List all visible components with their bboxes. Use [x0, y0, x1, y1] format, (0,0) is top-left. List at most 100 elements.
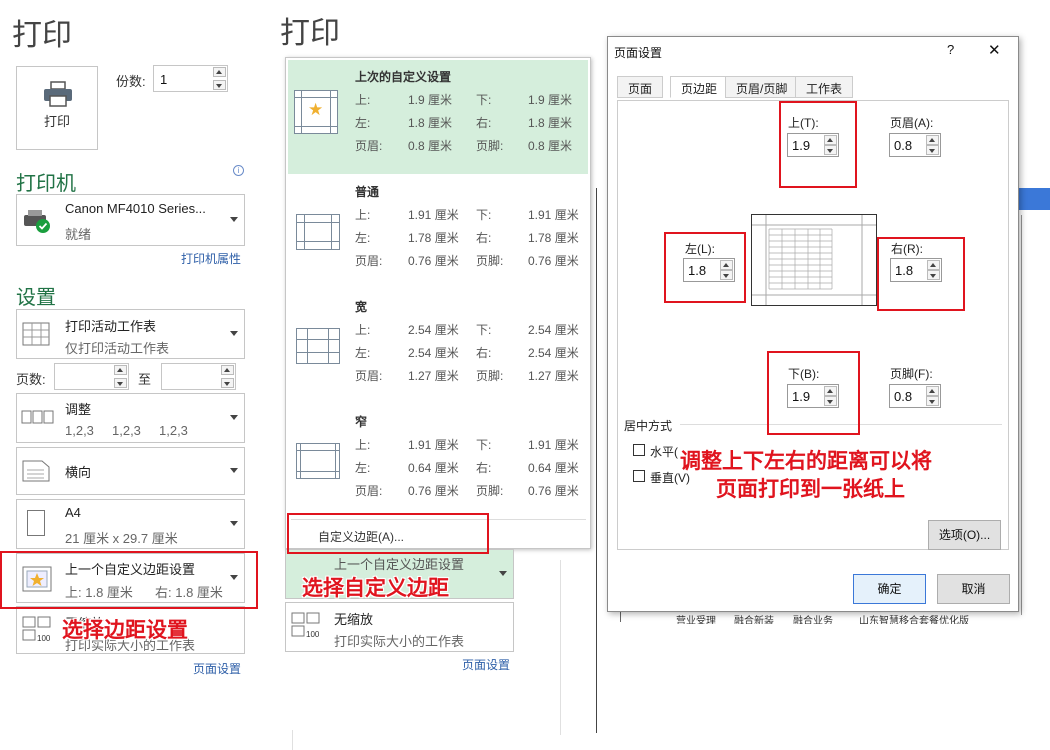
center-horizontal-checkbox[interactable] [633, 444, 645, 456]
center-vertical-checkbox[interactable] [633, 470, 645, 482]
info-icon[interactable]: i [233, 165, 244, 176]
print-title: 打印 [12, 10, 72, 54]
spin-down-icon[interactable] [221, 378, 234, 388]
printer-properties-link[interactable]: 打印机属性 [181, 250, 241, 267]
cancel-button[interactable]: 取消 [937, 574, 1010, 604]
spin-up-icon[interactable] [926, 386, 939, 396]
print-scope-dropdown[interactable]: 打印活动工作表 仅打印活动工作表 [16, 309, 245, 359]
paper-size-dropdown[interactable]: A4 21 厘米 x 29.7 厘米 [16, 499, 245, 549]
collate-sub-3: 1,2,3 [159, 423, 188, 438]
highlight-top-margin [779, 101, 857, 188]
preset-label: 上: [355, 436, 370, 453]
preset-value: 1.91 厘米 [408, 436, 459, 453]
sheet-cell: 营业受理 [676, 612, 716, 624]
preset-label: 左: [355, 229, 370, 246]
pages-label: 页数: [16, 369, 46, 388]
preset-label: 上: [355, 91, 370, 108]
landscape-page-icon [22, 458, 52, 484]
preset-label: 左: [355, 114, 370, 131]
printer-dropdown[interactable]: Canon MF4010 Series... 就绪 [16, 194, 245, 246]
scaling-title-2: 无缩放 [334, 609, 373, 628]
header-margin-value: 0.8 [894, 138, 912, 153]
collate-title: 调整 [65, 399, 91, 418]
sheet-row-fragment: 营业受理 融合新装 融合业务 山东智慧移合套餐优化版 [621, 612, 1031, 624]
margin-preview-icon [296, 328, 340, 364]
margin-preview-icon [296, 443, 340, 479]
page-setup-link-left[interactable]: 页面设置 [193, 660, 241, 677]
preset-value: 0.8 厘米 [408, 137, 452, 154]
sheet-cell: 山东智慧移合套餐优化版 [859, 612, 969, 624]
highlight-right-margin [877, 237, 965, 311]
header-margin-label: 页眉(A): [890, 114, 933, 131]
star-icon: ★ [308, 100, 323, 120]
preset-value: 1.27 厘米 [408, 367, 459, 384]
print-scope-sub: 仅打印活动工作表 [65, 338, 169, 357]
spin-up-icon[interactable] [213, 67, 226, 77]
sheet-cell: 融合业务 [793, 612, 833, 624]
preset-value: 0.76 厘米 [528, 482, 579, 499]
footer-margin-label: 页脚(F): [890, 365, 933, 382]
pages-to-input[interactable] [161, 363, 236, 390]
preset-value: 1.9 厘米 [408, 91, 452, 108]
spin-down-icon[interactable] [926, 396, 939, 406]
preset-value: 0.76 厘米 [408, 482, 459, 499]
spin-up-icon[interactable] [926, 135, 939, 145]
scaling-dropdown-2[interactable]: 100 无缩放 打印实际大小的工作表 [285, 602, 514, 652]
header-margin-input[interactable]: 0.8 [889, 133, 941, 157]
copies-input[interactable]: 1 [153, 65, 228, 92]
spin-up-icon[interactable] [114, 365, 127, 375]
footer-margin-input[interactable]: 0.8 [889, 384, 941, 408]
printer-status-icon [22, 207, 52, 235]
paper-title: A4 [65, 505, 81, 520]
tab-margins[interactable]: 页边距 [670, 76, 728, 98]
svg-text:100: 100 [306, 630, 320, 639]
tab-page[interactable]: 页面 [617, 76, 663, 98]
highlight-bottom-margin [767, 351, 860, 435]
collate-sub-2: 1,2,3 [112, 423, 141, 438]
center-heading: 居中方式 [624, 417, 672, 434]
options-button[interactable]: 选项(O)... [928, 520, 1001, 550]
spin-down-icon[interactable] [114, 378, 127, 388]
preset-name: 窄 [355, 413, 367, 430]
collate-icon [21, 408, 55, 430]
print-title-2: 打印 [280, 8, 340, 52]
preset-value: 1.91 厘米 [528, 436, 579, 453]
preset-label: 左: [355, 344, 370, 361]
preset-label: 页脚: [476, 482, 503, 499]
orientation-dropdown[interactable]: 横向 [16, 447, 245, 495]
collate-dropdown[interactable]: 调整 1,2,3 1,2,3 1,2,3 [16, 393, 245, 443]
tab-sheet[interactable]: 工作表 [795, 76, 853, 98]
ok-button[interactable]: 确定 [853, 574, 926, 604]
copies-label: 份数: [116, 71, 146, 90]
preset-label: 下: [476, 206, 491, 223]
settings-heading: 设置 [16, 281, 56, 310]
preset-value: 1.91 厘米 [408, 206, 459, 223]
chevron-down-icon [499, 571, 507, 576]
spin-down-icon[interactable] [213, 80, 226, 90]
chevron-down-icon [230, 521, 238, 526]
page-setup-link-middle[interactable]: 页面设置 [462, 656, 510, 673]
preset-label: 右: [476, 344, 491, 361]
annotation-select-margin: 选择边距设置 [62, 614, 188, 644]
highlight-custom-margins [287, 513, 489, 554]
highlight-left-margin [664, 232, 746, 303]
preset-label: 上: [355, 321, 370, 338]
preset-value: 1.8 厘米 [528, 114, 572, 131]
close-icon[interactable]: ✕ [988, 41, 1001, 59]
preset-value: 1.91 厘米 [528, 206, 579, 223]
pages-from-input[interactable] [54, 363, 129, 390]
spin-up-icon[interactable] [221, 365, 234, 375]
annotation-adjust-line1: 调整上下左右的距离可以将 [680, 445, 932, 475]
preset-label: 左: [355, 459, 370, 476]
print-button[interactable]: 打印 [16, 66, 98, 150]
spin-down-icon[interactable] [926, 145, 939, 155]
print-button-label: 打印 [17, 111, 97, 130]
printer-name: Canon MF4010 Series... [65, 201, 206, 216]
divider [292, 730, 293, 750]
tab-header-footer[interactable]: 页眉/页脚 [725, 76, 798, 98]
preset-label: 页眉: [355, 367, 382, 384]
preset-value: 1.9 厘米 [528, 91, 572, 108]
annotation-select-custom: 选择自定义边距 [302, 572, 449, 602]
sheet-grid-icon [22, 322, 52, 348]
help-icon[interactable]: ? [947, 42, 954, 57]
